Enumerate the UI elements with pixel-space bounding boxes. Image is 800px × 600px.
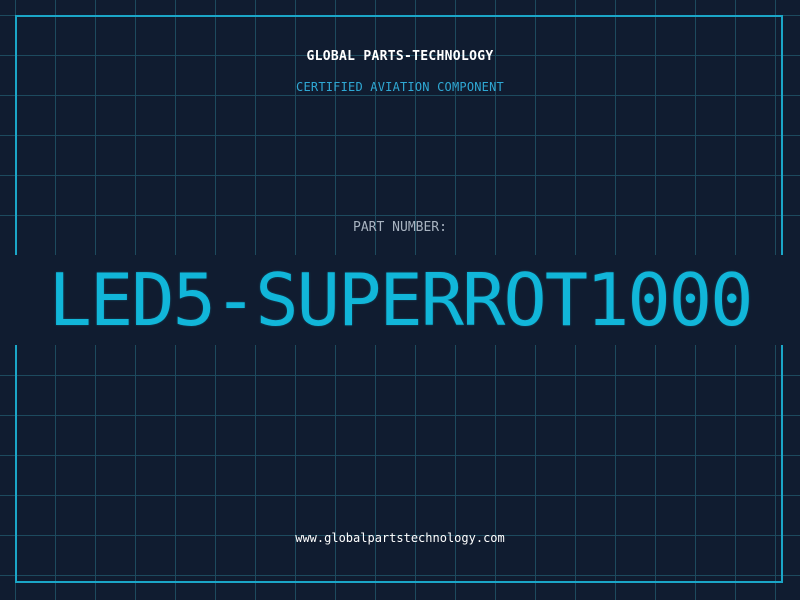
website-url: www.globalpartstechnology.com bbox=[295, 531, 505, 545]
certification-subtitle: CERTIFIED AVIATION COMPONENT bbox=[296, 80, 504, 94]
company-name: GLOBAL PARTS-TECHNOLOGY bbox=[306, 49, 494, 64]
label-canvas: GLOBAL PARTS-TECHNOLOGY CERTIFIED AVIATI… bbox=[0, 0, 800, 600]
part-number-value: LED5-SUPERROT1000 bbox=[0, 255, 800, 345]
part-number-label: PART NUMBER: bbox=[353, 220, 447, 235]
